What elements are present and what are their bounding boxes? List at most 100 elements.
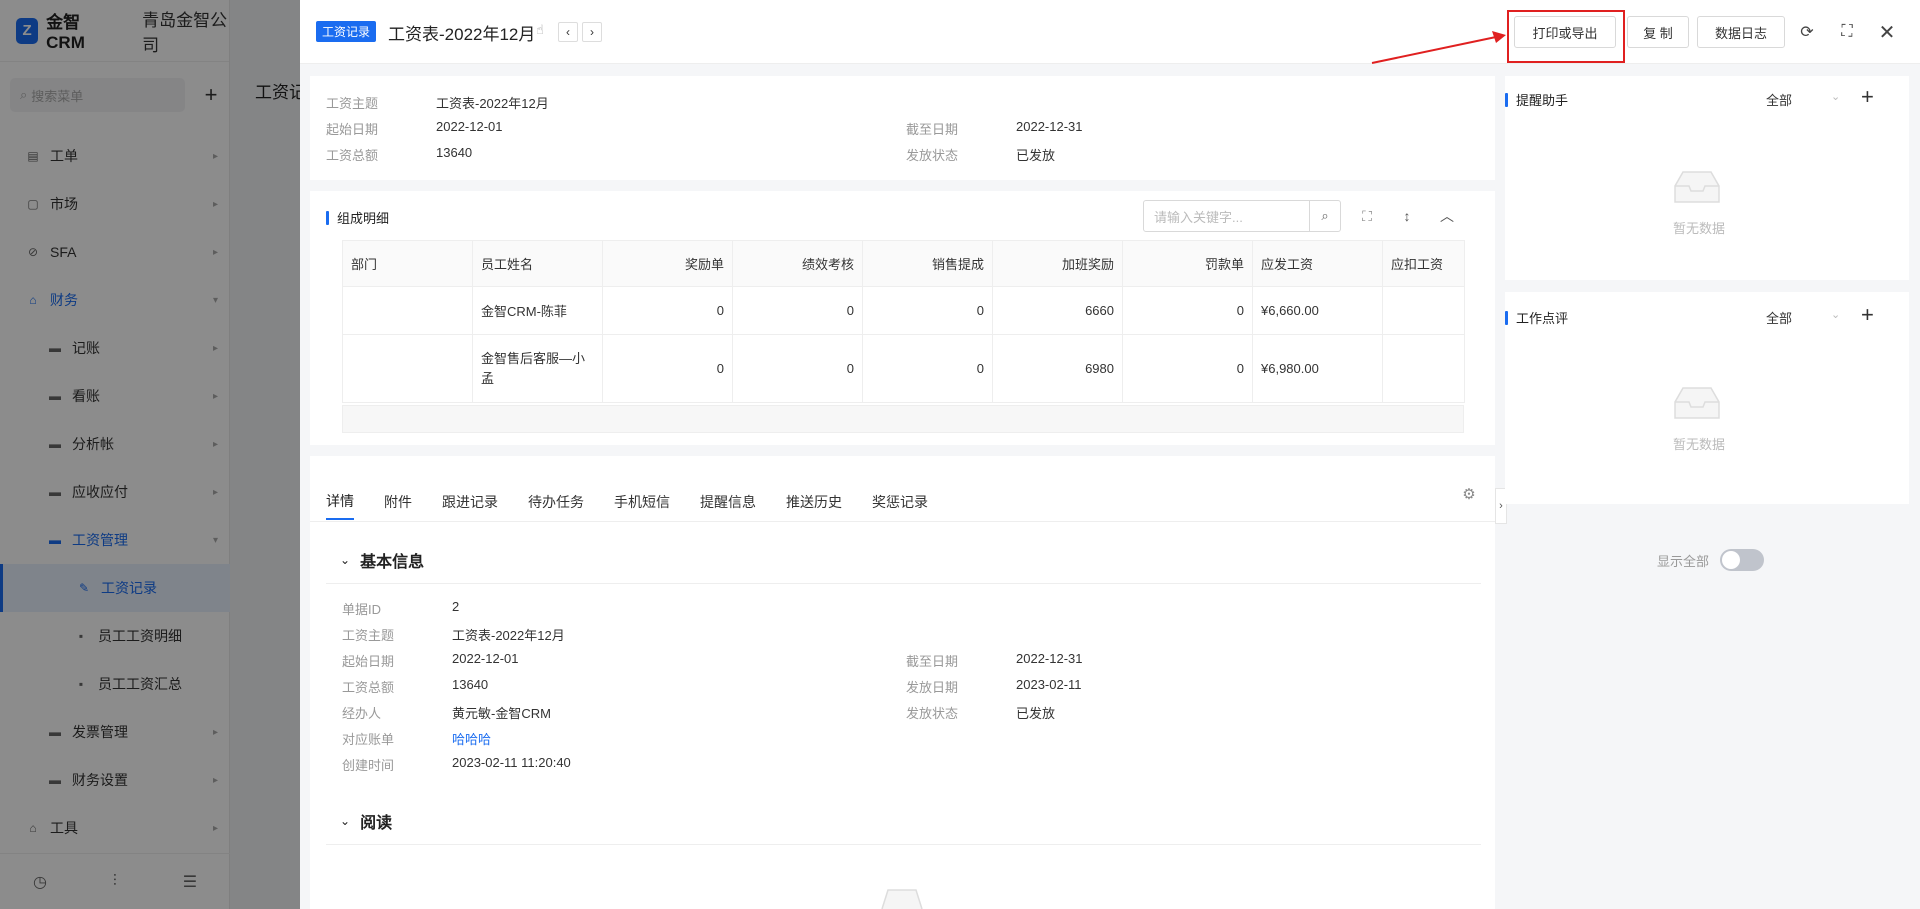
empty-text: 暂无数据	[1673, 437, 1726, 452]
reminder-panel: 提醒助手 全部 ⌄ + 暂无数据	[1505, 76, 1909, 280]
created-label: 创建时间	[342, 758, 395, 773]
id-label: 单据ID	[342, 602, 382, 617]
account-label: 对应账单	[342, 732, 395, 747]
table-cell: 0	[862, 286, 993, 335]
table-row[interactable]: 金智售后客服—小孟 0 0 0 6980 0 ¥6,980.00	[342, 334, 1465, 403]
col-header[interactable]: 应扣工资	[1382, 240, 1465, 287]
review-title: 工作点评	[1516, 311, 1569, 326]
table-cell: 0	[732, 286, 863, 335]
handler-value: 黄元敏-金智CRM	[452, 706, 551, 721]
table-cell	[1382, 286, 1465, 335]
basic-info-divider	[326, 583, 1481, 584]
review-panel: 工作点评 全部 ⌄ + 暂无数据	[1505, 292, 1909, 504]
read-divider	[326, 844, 1481, 845]
table-cell: ¥6,660.00	[1252, 286, 1383, 335]
col-header[interactable]: 销售提成	[862, 240, 993, 287]
table-cell	[342, 334, 473, 403]
table-row[interactable]: 金智CRM-陈菲 0 0 0 6660 0 ¥6,660.00	[342, 286, 1465, 335]
section-marker	[1505, 92, 1508, 107]
subject-label: 工资主题	[326, 96, 379, 111]
chevron-down-icon: ⌄	[340, 814, 351, 828]
record-drawer: 工资记录 工资表-2022年12月 ☝ ‹ › 打印或导出 复 制 数据日志 ⟳…	[300, 0, 1920, 909]
close-icon[interactable]: ✕	[1875, 20, 1899, 44]
table-footer	[342, 405, 1464, 433]
col-header[interactable]: 应发工资	[1252, 240, 1383, 287]
composition-header: 组成明细	[326, 208, 389, 227]
basic-info-header[interactable]: ⌄ 基本信息	[340, 548, 424, 572]
handler-label: 经办人	[342, 706, 382, 721]
end-label: 截至日期	[906, 122, 959, 137]
col-header[interactable]: 加班奖励	[992, 240, 1123, 287]
record-title: 工资表-2022年12月	[388, 25, 536, 44]
chevron-down-icon: ⌄	[340, 553, 351, 567]
data-log-button[interactable]: 数据日志	[1697, 16, 1785, 48]
chevron-down-icon[interactable]: ⌄	[1831, 308, 1840, 321]
add-reminder-button[interactable]: +	[1861, 84, 1874, 110]
record-type-tag: 工资记录	[316, 21, 377, 42]
chevron-down-icon[interactable]: ⌄	[1831, 90, 1840, 103]
copy-button[interactable]: 复 制	[1627, 16, 1689, 48]
show-all-toggle[interactable]	[1720, 549, 1764, 571]
subject-label: 工资主题	[342, 628, 395, 643]
tab-attachments[interactable]: 附件	[384, 484, 412, 520]
empty-text: 暂无数据	[1673, 221, 1726, 236]
table-cell: 6660	[992, 286, 1123, 335]
salary-detail-table: 部门 员工姓名 奖励单 绩效考核 销售提成 加班奖励 罚款单 应发工资 应扣工资…	[342, 240, 1465, 403]
col-header[interactable]: 奖励单	[602, 240, 733, 287]
next-record-button[interactable]: ›	[582, 22, 602, 42]
tab-detail[interactable]: 详情	[326, 484, 354, 520]
add-review-button[interactable]: +	[1861, 302, 1874, 328]
tab-todo[interactable]: 待办任务	[528, 484, 584, 520]
search-icon[interactable]: ⌕	[1309, 200, 1341, 232]
col-header[interactable]: 绩效考核	[732, 240, 863, 287]
end-value: 2022-12-31	[1016, 119, 1083, 134]
gear-icon[interactable]: ⚙	[1457, 482, 1481, 506]
detail-tabs: 详情 附件 跟进记录 待办任务 手机短信 提醒信息 推送历史 奖惩记录	[326, 484, 958, 520]
basic-info-title: 基本信息	[360, 554, 425, 571]
reminder-header: 提醒助手	[1505, 90, 1568, 109]
id-value: 2	[452, 599, 460, 614]
collapse-up-icon[interactable]: ︿	[1435, 204, 1459, 228]
table-header-row: 部门 员工姓名 奖励单 绩效考核 销售提成 加班奖励 罚款单 应发工资 应扣工资	[342, 240, 1465, 287]
pay-date-label: 发放日期	[906, 680, 959, 695]
show-all-label: 显示全部	[1657, 554, 1710, 569]
col-header[interactable]: 罚款单	[1122, 240, 1253, 287]
read-header[interactable]: ⌄ 阅读	[340, 809, 392, 833]
tab-followup[interactable]: 跟进记录	[442, 484, 498, 520]
tab-sms[interactable]: 手机短信	[614, 484, 670, 520]
empty-inbox-icon	[1674, 387, 1720, 419]
row-height-icon[interactable]: ↕	[1395, 204, 1419, 228]
tab-push-history[interactable]: 推送历史	[786, 484, 842, 520]
tab-divider	[310, 521, 1495, 522]
status-value: 已发放	[1016, 706, 1056, 721]
review-filter-select[interactable]: 全部	[1766, 308, 1792, 327]
col-header[interactable]: 部门	[342, 240, 473, 287]
account-link[interactable]: 哈哈哈	[452, 729, 491, 748]
table-cell: 金智售后客服—小孟	[472, 334, 603, 403]
refresh-icon[interactable]: ⟳	[1795, 20, 1819, 44]
subject-value: 工资表-2022年12月	[452, 628, 565, 643]
created-value: 2023-02-11 11:20:40	[452, 755, 571, 770]
table-cell: 0	[862, 334, 993, 403]
start-label: 起始日期	[342, 654, 395, 669]
subject-value: 工资表-2022年12月	[436, 96, 549, 111]
table-cell: ¥6,980.00	[1252, 334, 1383, 403]
prev-record-button[interactable]: ‹	[558, 22, 578, 42]
total-value: 13640	[436, 145, 473, 160]
start-label: 起始日期	[326, 122, 379, 137]
tab-reminder[interactable]: 提醒信息	[700, 484, 756, 520]
keyword-search-input[interactable]: 请输入关键字...	[1143, 200, 1310, 232]
drawer-topbar: 工资记录 工资表-2022年12月 ☝ ‹ › 打印或导出 复 制 数据日志 ⟳…	[300, 0, 1920, 64]
expand-table-icon[interactable]: ⛶	[1355, 204, 1379, 228]
review-header: 工作点评	[1505, 308, 1568, 327]
status-label: 发放状态	[906, 148, 959, 163]
col-header[interactable]: 员工姓名	[472, 240, 603, 287]
fullscreen-icon[interactable]: ⛶	[1835, 20, 1859, 44]
tab-reward-penalty[interactable]: 奖惩记录	[872, 484, 928, 520]
reminder-filter-select[interactable]: 全部	[1766, 90, 1792, 109]
pay-date-value: 2023-02-11	[1016, 677, 1082, 692]
section-marker	[1505, 310, 1508, 325]
table-cell	[1382, 334, 1465, 403]
hand-icon[interactable]: ☝	[536, 22, 544, 38]
annotation-arrow	[1371, 31, 1506, 64]
